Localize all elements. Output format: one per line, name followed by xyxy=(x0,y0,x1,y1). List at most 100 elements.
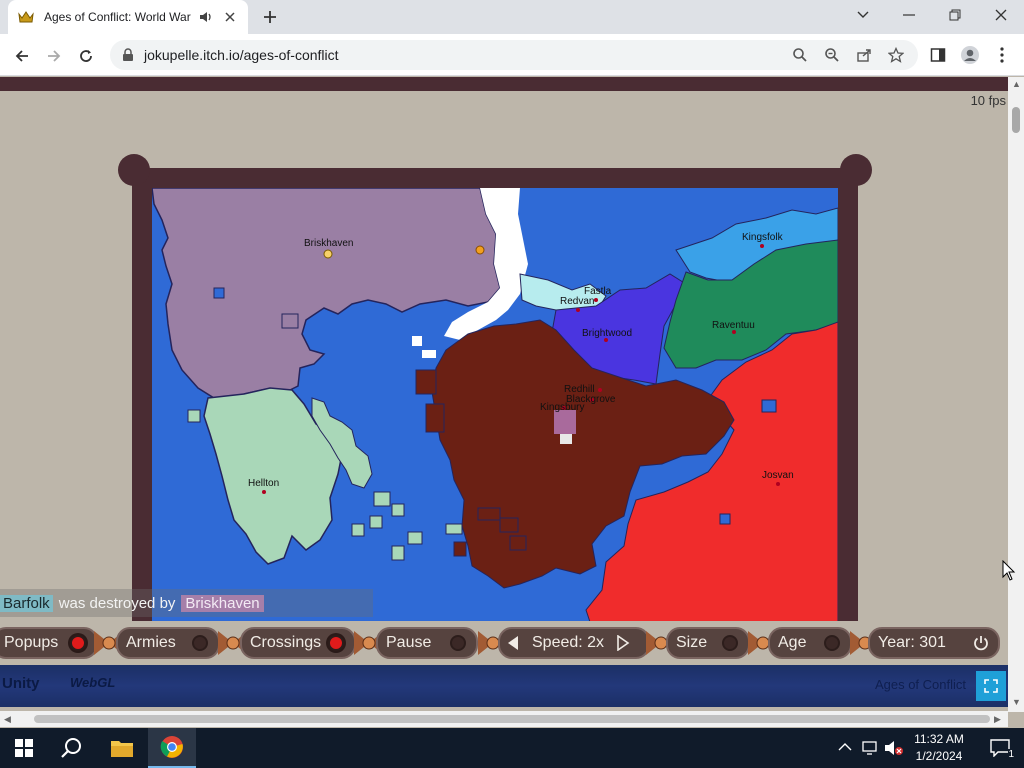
armies-toggle[interactable]: Armies xyxy=(116,627,220,659)
crossings-indicator xyxy=(328,635,344,651)
webgl-logo: WebGL xyxy=(70,675,116,690)
fps-counter: 10 fps xyxy=(970,93,1006,108)
crossings-toggle[interactable]: Crossings xyxy=(240,627,356,659)
city-label: Josvan xyxy=(762,470,794,481)
lake xyxy=(719,513,731,525)
year-label: Year: 301 xyxy=(878,634,946,651)
army-marker[interactable] xyxy=(475,245,485,255)
file-explorer-icon[interactable] xyxy=(98,728,146,768)
zoom-out-icon[interactable] xyxy=(824,47,842,65)
pause-label: Pause xyxy=(386,634,432,651)
popups-toggle[interactable]: Popups xyxy=(0,627,98,659)
power-icon[interactable] xyxy=(972,634,990,652)
restore-button[interactable] xyxy=(932,0,978,30)
address-bar[interactable]: jokupelle.itch.io/ages-of-conflict xyxy=(110,40,918,70)
popups-label: Popups xyxy=(4,634,59,651)
island xyxy=(369,515,383,529)
windows-taskbar: 11:32 AM 1/2/2024 1 xyxy=(0,728,1024,768)
notification-text: was destroyed by xyxy=(58,594,176,612)
speed-decrease-icon[interactable] xyxy=(506,635,520,651)
forward-button[interactable] xyxy=(40,42,68,70)
attacker-country: Briskhaven xyxy=(181,594,264,612)
profile-avatar-icon[interactable] xyxy=(960,45,980,65)
search-taskbar-icon[interactable] xyxy=(48,728,96,768)
speed-control: Speed: 2x xyxy=(498,627,650,659)
notification-center-button[interactable]: 1 xyxy=(976,728,1024,768)
tab-search-button[interactable] xyxy=(840,0,886,30)
chrome-taskbar-icon[interactable] xyxy=(148,728,196,768)
scroll-right-icon[interactable]: ▶ xyxy=(994,714,1001,725)
game-page: 10 fps Briskhaven Kingsfolk Fastla Redva… xyxy=(0,77,1008,712)
island xyxy=(415,369,437,395)
reload-button[interactable] xyxy=(72,42,100,70)
age-toggle[interactable]: Age xyxy=(768,627,852,659)
game-control-bar: Popups Armies Crossings Pause Speed: 2x xyxy=(0,621,1008,665)
island xyxy=(477,507,501,521)
speed-increase-icon[interactable] xyxy=(616,635,630,651)
menu-kebab-icon[interactable] xyxy=(992,45,1012,65)
scroll-left-icon[interactable]: ◀ xyxy=(4,714,11,725)
scroll-down-icon[interactable]: ▼ xyxy=(1012,697,1021,707)
volume-muted-icon[interactable] xyxy=(884,740,904,756)
unity-logo: Unity xyxy=(2,675,40,692)
browser-toolbar: jokupelle.itch.io/ages-of-conflict xyxy=(0,34,1024,76)
year-display: Year: 301 xyxy=(868,627,1000,659)
browser-tab[interactable]: Ages of Conflict: World War xyxy=(8,0,248,34)
new-tab-button[interactable] xyxy=(258,6,282,28)
unity-footer: Unity WebGL Ages of Conflict xyxy=(0,665,1008,707)
island xyxy=(351,523,365,537)
clock-date: 1/2/2024 xyxy=(915,749,963,763)
city-label: Briskhaven xyxy=(304,238,353,249)
island xyxy=(425,403,445,433)
city-label: Brightwood xyxy=(582,328,632,339)
search-icon[interactable] xyxy=(792,47,810,65)
close-window-button[interactable] xyxy=(978,0,1024,30)
armies-label: Armies xyxy=(126,634,176,651)
pause-toggle[interactable]: Pause xyxy=(376,627,478,659)
mouse-cursor-icon xyxy=(1002,560,1016,581)
size-indicator xyxy=(722,635,738,651)
fullscreen-button[interactable] xyxy=(976,671,1006,701)
city-label: Kingsfolk xyxy=(742,232,784,243)
event-notification: Barfolk was destroyed by Briskhaven xyxy=(0,589,373,617)
island xyxy=(391,503,405,517)
tab-title: Ages of Conflict: World War xyxy=(44,10,191,24)
url-text: jokupelle.itch.io/ages-of-conflict xyxy=(144,47,339,63)
island xyxy=(499,517,519,533)
island xyxy=(373,491,391,507)
island xyxy=(281,313,299,329)
bookmark-star-icon[interactable] xyxy=(887,46,906,65)
network-icon[interactable] xyxy=(862,740,880,756)
share-icon[interactable] xyxy=(856,47,874,65)
browser-tab-strip: Ages of Conflict: World War xyxy=(0,0,1024,34)
size-label: Size xyxy=(676,634,708,651)
crown-icon xyxy=(18,9,34,25)
city-label: Raventuu xyxy=(712,320,755,331)
armies-indicator xyxy=(192,635,208,651)
vertical-scrollbar[interactable]: ▲ ▼ xyxy=(1008,77,1024,712)
start-button[interactable] xyxy=(0,728,48,768)
side-panel-icon[interactable] xyxy=(928,45,948,65)
horizontal-scrollbar[interactable]: ◀ ▶ xyxy=(0,711,1008,727)
vertical-scroll-thumb[interactable] xyxy=(1012,107,1020,133)
city-label: Kingsbury xyxy=(540,402,584,413)
contested-area xyxy=(560,434,572,444)
game-title: Ages of Conflict xyxy=(874,677,966,692)
tray-chevron-icon[interactable] xyxy=(838,742,852,752)
speed-label: Speed: 2x xyxy=(532,634,605,651)
size-toggle[interactable]: Size xyxy=(666,627,750,659)
crossings-label: Crossings xyxy=(250,634,322,651)
lock-icon xyxy=(122,48,136,62)
city-label: Hellton xyxy=(248,478,279,489)
scroll-up-icon[interactable]: ▲ xyxy=(1012,79,1021,89)
back-button[interactable] xyxy=(8,42,36,70)
city-label: Redvan xyxy=(560,296,594,307)
pause-indicator xyxy=(450,635,466,651)
horizontal-scroll-thumb[interactable] xyxy=(34,715,990,723)
speaker-icon[interactable] xyxy=(198,9,214,25)
close-tab-icon[interactable] xyxy=(222,9,238,25)
minimize-button[interactable] xyxy=(886,0,932,30)
island xyxy=(509,535,527,551)
island xyxy=(213,287,225,299)
taskbar-clock[interactable]: 11:32 AM 1/2/2024 xyxy=(904,731,974,765)
